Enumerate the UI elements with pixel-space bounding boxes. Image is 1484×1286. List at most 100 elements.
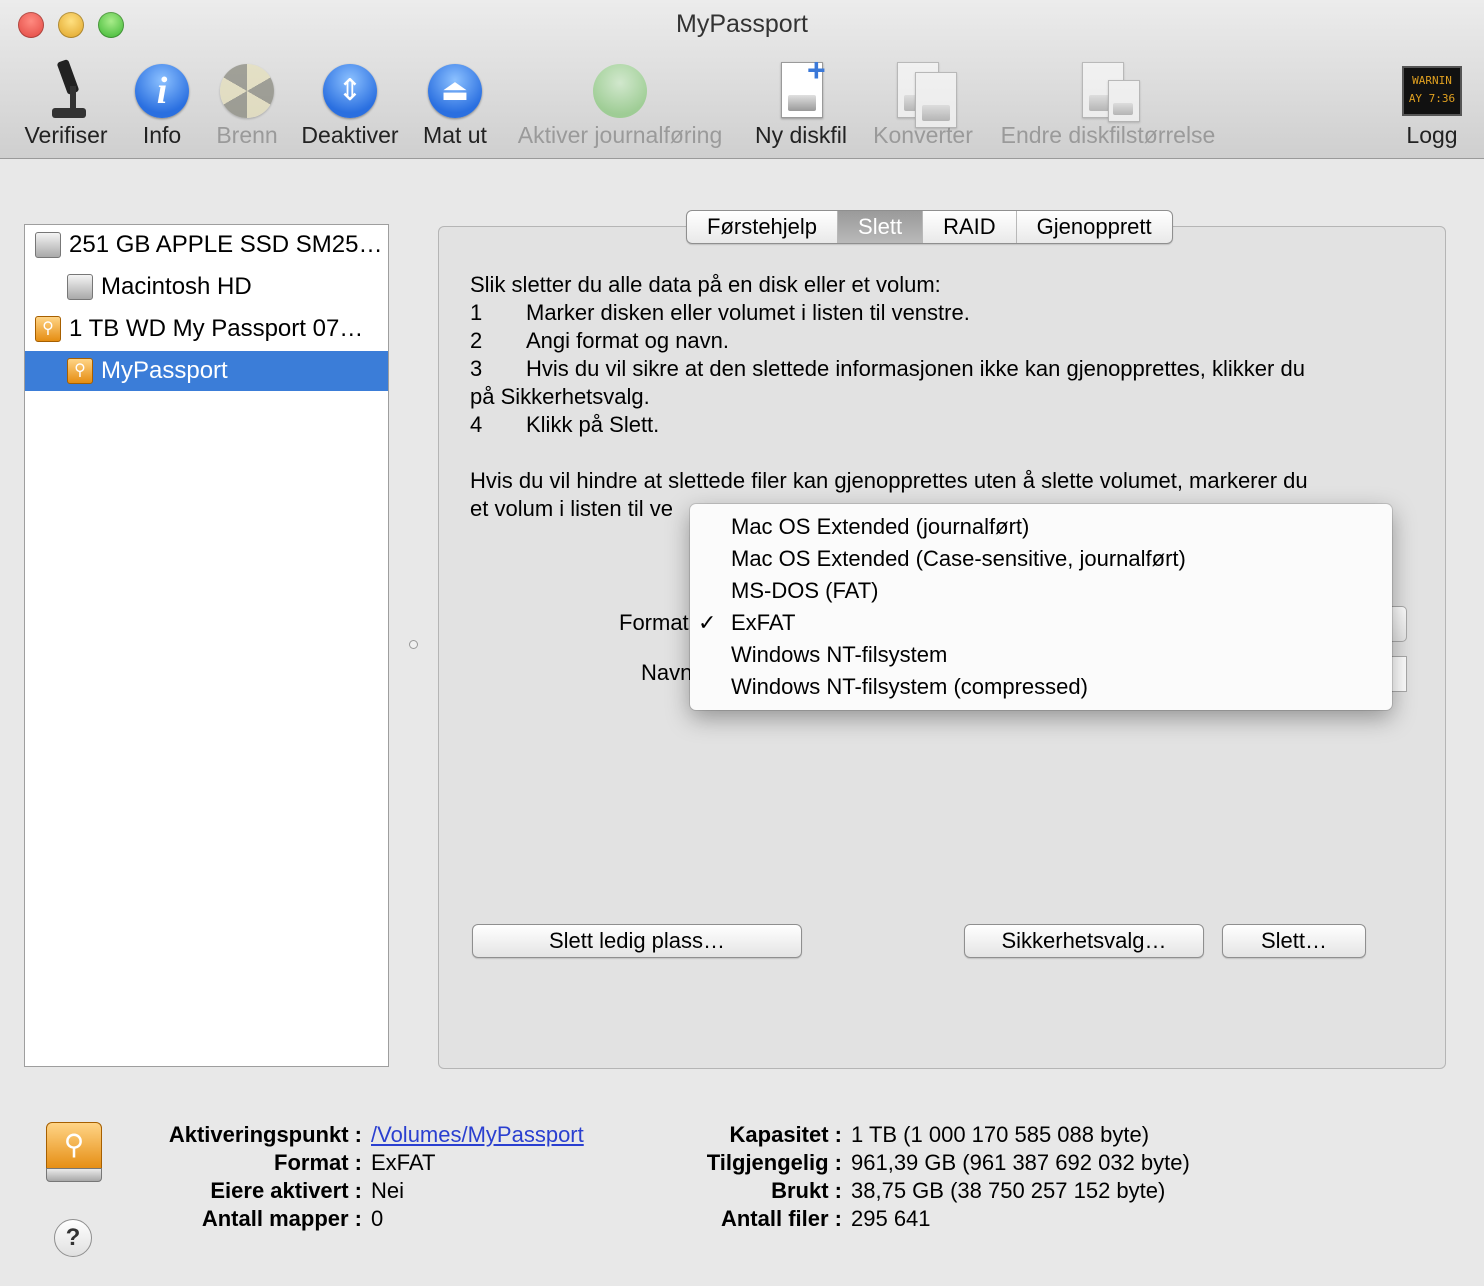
file-count-value: 295 641: [851, 1206, 931, 1231]
unmount-icon: ⇕: [320, 58, 380, 120]
checkmark-icon: ✓: [698, 610, 717, 635]
mount-point-key: Aktiveringspunkt :: [168, 1122, 362, 1147]
format-option-label: Windows NT-filsystem (compressed): [731, 674, 1088, 699]
mount-point-link[interactable]: /Volumes/MyPassport: [371, 1122, 584, 1148]
format-option-label: Windows NT-filsystem: [731, 642, 948, 667]
external-usb-volume-icon: ⚲: [46, 1122, 102, 1182]
format-option-label: Mac OS Extended (Case-sensitive, journal…: [731, 546, 1186, 571]
step-number: 3: [470, 356, 483, 381]
erase-button[interactable]: Slett…: [1222, 924, 1366, 958]
folder-count-value: 0: [371, 1206, 384, 1231]
microscope-icon: [36, 58, 96, 120]
resize-image-tool-button[interactable]: Endre diskfilstørrelse: [994, 58, 1222, 149]
enable-journaling-tool-label: Aktiver journalføring: [517, 122, 723, 148]
enable-journaling-tool-button[interactable]: Aktiver journalføring: [508, 58, 732, 149]
format-option-label: MS-DOS (FAT): [731, 578, 879, 603]
log-screen-line1: WARNIN: [1412, 74, 1452, 87]
erase-step: 4 Klikk på Slett.: [470, 411, 1410, 439]
internal-disk-icon: [35, 232, 61, 258]
erase-step-continuation: på Sikkerhetsvalg.: [470, 384, 650, 409]
step-text: Klikk på Slett.: [526, 412, 660, 437]
tab-raid[interactable]: RAID: [923, 211, 1017, 243]
external-usb-volume-icon: ⚲: [67, 358, 93, 384]
eject-tool-button[interactable]: ⏏ Mat ut: [418, 58, 492, 149]
step-text: Hvis du vil sikre at den slettede inform…: [526, 356, 1305, 381]
window-toolbar: MyPassport Verifiser i Info Brenn ⇕ Deak…: [0, 0, 1484, 159]
format-option[interactable]: Mac OS Extended (journalført): [690, 511, 1392, 543]
tab-bar: Førstehjelp Slett RAID Gjenopprett: [686, 210, 1173, 244]
verify-tool-button[interactable]: Verifiser: [20, 58, 112, 149]
step-text: Angi format og navn.: [526, 328, 730, 353]
erase-step: 3 Hvis du vil sikre at den slettede info…: [470, 355, 1410, 383]
new-disk-image-icon: +: [771, 52, 831, 120]
sidebar-item-apple-ssd[interactable]: 251 GB APPLE SSD SM25…: [25, 225, 388, 265]
step-number: 2: [470, 328, 483, 353]
unmount-tool-button[interactable]: ⇕ Deaktiver: [298, 58, 402, 149]
erase-step: 2 Angi format og navn.: [470, 327, 1410, 355]
security-options-button[interactable]: Sikkerhetsvalg…: [964, 924, 1204, 958]
sidebar-item-mypassport[interactable]: ⚲ MyPassport: [25, 351, 388, 391]
file-count-key: Antall filer :: [720, 1206, 842, 1231]
format-option[interactable]: MS-DOS (FAT): [690, 575, 1392, 607]
available-key: Tilgjengelig :: [706, 1150, 842, 1175]
resize-image-tool-label: Endre diskfilstørrelse: [1000, 122, 1216, 148]
sidebar-item-macintosh-hd[interactable]: Macintosh HD: [25, 267, 388, 307]
burn-disc-icon: [217, 58, 277, 120]
new-image-tool-button[interactable]: + Ny diskfil: [750, 52, 852, 149]
available-value: 961,39 GB (961 387 692 032 byte): [851, 1150, 1190, 1175]
format-label: Format: [619, 610, 689, 635]
info-tool-label: Info: [142, 122, 182, 148]
internal-volume-icon: [67, 274, 93, 300]
eject-tool-label: Mat ut: [423, 122, 487, 148]
sidebar-item-label: 1 TB WD My Passport 07…: [69, 315, 364, 342]
format-option-selected[interactable]: ✓ ExFAT: [690, 607, 1392, 639]
name-label: Navn: [641, 660, 693, 685]
info-tool-button[interactable]: i Info: [132, 58, 192, 149]
folder-count-key: Antall mapper :: [201, 1206, 362, 1231]
log-tool-label: Logg: [1406, 122, 1458, 148]
new-image-tool-label: Ny diskfil: [754, 122, 847, 148]
format-key: Format :: [274, 1150, 362, 1175]
format-option[interactable]: Windows NT-filsystem: [690, 639, 1392, 671]
name-field[interactable]: [1392, 656, 1407, 692]
info-icon: i: [132, 58, 192, 120]
format-option[interactable]: Mac OS Extended (Case-sensitive, journal…: [690, 543, 1392, 575]
sidebar-item-label: MyPassport: [101, 357, 228, 384]
tab-first-aid[interactable]: Førstehjelp: [687, 211, 839, 243]
step-number: 4: [470, 412, 483, 437]
burn-tool-label: Brenn: [216, 122, 278, 148]
erase-free-space-button[interactable]: Slett ledig plass…: [472, 924, 802, 958]
disk-list-sidebar[interactable]: 251 GB APPLE SSD SM25… Macintosh HD ⚲ 1 …: [24, 224, 389, 1067]
format-value: ExFAT: [371, 1150, 436, 1175]
erase-step: 1 Marker disken eller volumet i listen t…: [470, 299, 1410, 327]
capacity-key: Kapasitet :: [729, 1122, 842, 1147]
convert-image-icon: [893, 58, 957, 128]
format-popup-menu: Mac OS Extended (journalført) Mac OS Ext…: [690, 504, 1392, 710]
sidebar-item-label: Macintosh HD: [101, 273, 252, 300]
step-number: 1: [470, 300, 483, 325]
burn-tool-button[interactable]: Brenn: [214, 58, 280, 149]
eject-icon: ⏏: [425, 58, 485, 120]
format-option[interactable]: Windows NT-filsystem (compressed): [690, 671, 1392, 703]
capacity-value: 1 TB (1 000 170 585 088 byte): [851, 1122, 1150, 1147]
window-title: MyPassport: [676, 10, 808, 38]
sidebar-item-wd-passport[interactable]: ⚲ 1 TB WD My Passport 07…: [25, 309, 388, 349]
unmount-tool-label: Deaktiver: [301, 122, 399, 148]
sidebar-item-label: 251 GB APPLE SSD SM25…: [69, 231, 383, 258]
format-select[interactable]: [1390, 606, 1407, 642]
tab-erase[interactable]: Slett: [838, 211, 924, 243]
journaling-disk-icon: [590, 58, 650, 120]
format-option-label: ExFAT: [731, 610, 796, 635]
external-usb-disk-icon: ⚲: [35, 316, 61, 342]
used-value: 38,75 GB (38 750 257 152 byte): [851, 1178, 1166, 1203]
verify-tool-label: Verifiser: [24, 122, 108, 148]
resize-image-icon: [1078, 58, 1140, 122]
log-console-icon: WARNIN AY 7:36: [1402, 58, 1462, 120]
log-screen-line2: AY 7:36: [1408, 92, 1456, 105]
log-tool-button[interactable]: WARNIN AY 7:36 Logg: [1400, 58, 1464, 149]
erase-instructions-heading: Slik sletter du alle data på en disk ell…: [470, 272, 941, 297]
help-button[interactable]: ?: [54, 1219, 92, 1257]
tab-restore[interactable]: Gjenopprett: [1017, 211, 1172, 243]
split-view-handle[interactable]: [409, 640, 418, 649]
convert-tool-button[interactable]: Konverter: [870, 58, 976, 149]
